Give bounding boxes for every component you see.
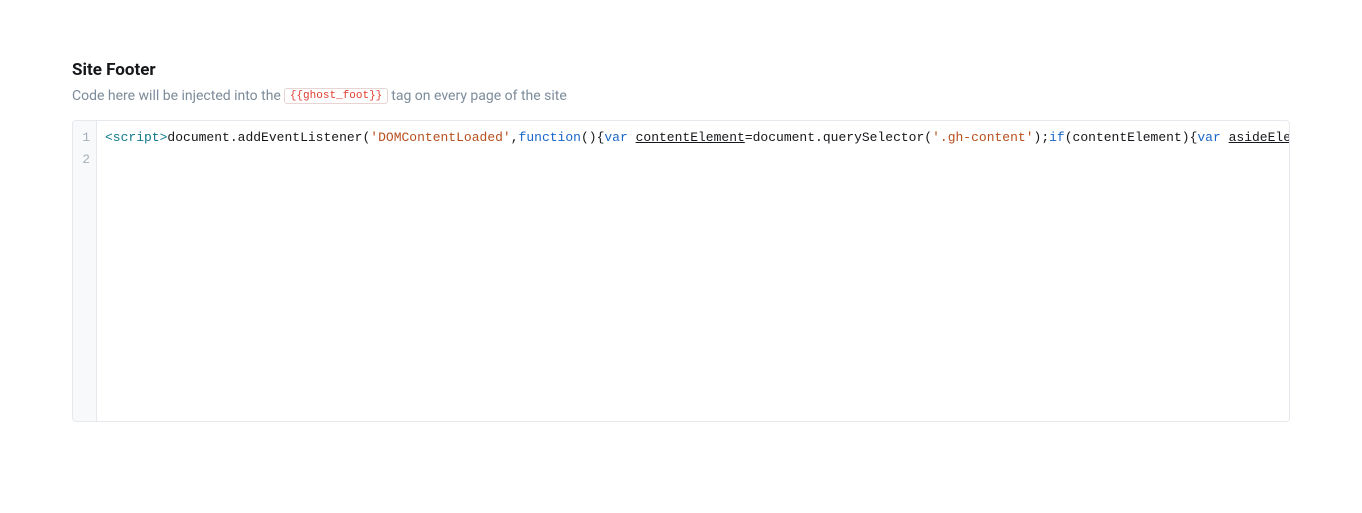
code-token: . (230, 130, 238, 145)
code-token: <script> (105, 130, 167, 145)
code-token: asideElement (1229, 130, 1289, 145)
code-token: contentElement (1073, 130, 1182, 145)
code-token: = (745, 130, 753, 145)
code-token: document (167, 130, 229, 145)
line-number: 1 (81, 127, 90, 149)
code-token: . (815, 130, 823, 145)
code-token: ){ (1182, 130, 1198, 145)
code-editor[interactable]: 12 <script>document.addEventListener('DO… (72, 120, 1290, 422)
code-token: querySelector (823, 130, 924, 145)
code-token: ); (1034, 130, 1050, 145)
site-footer-section: Site Footer Code here will be injected i… (72, 60, 1290, 422)
desc-suffix: tag on every page of the site (391, 88, 567, 104)
code-token: var (604, 130, 627, 145)
code-textarea[interactable]: <script>document.addEventListener('DOMCo… (97, 121, 1289, 421)
code-token: contentElement (636, 130, 745, 145)
code-token: , (511, 130, 519, 145)
section-description: Code here will be injected into the {{gh… (72, 88, 1290, 104)
ghost-foot-tag: {{ghost_foot}} (284, 88, 388, 104)
code-token (1221, 130, 1229, 145)
line-number: 2 (81, 149, 90, 171)
code-token: addEventListener (238, 130, 363, 145)
code-token: ( (1065, 130, 1073, 145)
code-gutter: 12 (73, 121, 97, 421)
code-token: document (753, 130, 815, 145)
code-token: '.gh-content' (932, 130, 1033, 145)
code-token: 'DOMContentLoaded' (370, 130, 510, 145)
code-token: if (1049, 130, 1065, 145)
code-line[interactable]: <script>document.addEventListener('DOMCo… (105, 127, 1289, 149)
section-title: Site Footer (72, 60, 1290, 80)
code-token: var (1197, 130, 1220, 145)
code-token: ( (924, 130, 932, 145)
desc-prefix: Code here will be injected into the (72, 88, 281, 104)
code-line[interactable] (105, 149, 1281, 171)
code-token (628, 130, 636, 145)
code-token: (){ (581, 130, 604, 145)
code-token: function (519, 130, 581, 145)
